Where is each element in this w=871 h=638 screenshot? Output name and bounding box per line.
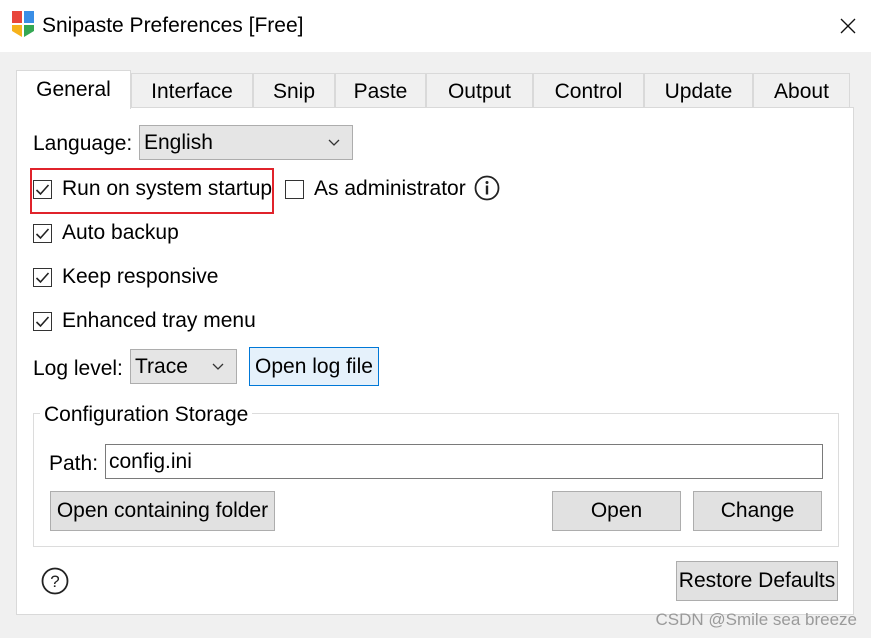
open-containing-folder-button[interactable]: Open containing folder — [50, 491, 275, 531]
enhanced-tray-menu-label: Enhanced tray menu — [62, 309, 256, 332]
language-select[interactable]: English — [139, 125, 353, 160]
tab-interface[interactable]: Interface — [131, 73, 253, 109]
path-input[interactable] — [105, 444, 823, 479]
checkbox-box — [285, 179, 304, 199]
tab-control[interactable]: Control — [533, 73, 644, 109]
restore-defaults-button[interactable]: Restore Defaults — [676, 561, 838, 601]
as-administrator-checkbox[interactable]: As administrator — [285, 175, 466, 203]
run-on-startup-checkbox[interactable]: Run on system startup — [33, 175, 272, 203]
enhanced-tray-menu-checkbox[interactable]: Enhanced tray menu — [33, 307, 256, 335]
window-title: Snipaste Preferences [Free] — [42, 14, 304, 37]
language-value: English — [144, 130, 213, 154]
log-level-select[interactable]: Trace — [130, 349, 237, 384]
tab-about[interactable]: About — [753, 73, 850, 109]
close-icon — [840, 18, 856, 34]
path-label: Path: — [49, 452, 99, 475]
checkmark-icon — [35, 271, 50, 283]
tab-update[interactable]: Update — [644, 73, 753, 109]
snipaste-logo-icon — [12, 11, 34, 37]
run-on-startup-label: Run on system startup — [62, 177, 273, 200]
tab-paste[interactable]: Paste — [335, 73, 426, 109]
chevron-down-icon — [328, 139, 340, 146]
keep-responsive-checkbox[interactable]: Keep responsive — [33, 263, 218, 291]
log-level-value: Trace — [135, 354, 188, 378]
tab-general[interactable]: General — [16, 70, 131, 109]
as-administrator-label: As administrator — [314, 177, 466, 200]
close-button[interactable] — [825, 0, 871, 52]
open-log-file-button[interactable]: Open log file — [249, 347, 379, 386]
language-label: Language: — [33, 132, 133, 155]
change-button[interactable]: Change — [693, 491, 822, 531]
configuration-storage-title: Configuration Storage — [40, 403, 253, 427]
svg-text:?: ? — [50, 572, 59, 591]
checkbox-box — [33, 311, 52, 331]
keep-responsive-label: Keep responsive — [62, 265, 219, 288]
info-icon[interactable] — [474, 175, 500, 201]
help-icon[interactable]: ? — [41, 567, 69, 595]
auto-backup-label: Auto backup — [62, 221, 179, 244]
checkbox-box — [33, 267, 52, 287]
auto-backup-checkbox[interactable]: Auto backup — [33, 219, 179, 247]
log-level-label: Log level: — [33, 357, 123, 380]
checkmark-icon — [35, 227, 50, 239]
tab-snip[interactable]: Snip — [253, 73, 335, 109]
checkmark-icon — [35, 183, 50, 195]
checkbox-box — [33, 223, 52, 243]
watermark-text: CSDN @Smile sea breeze — [655, 610, 858, 629]
tab-output[interactable]: Output — [426, 73, 533, 109]
title-bar: Snipaste Preferences [Free] — [0, 0, 871, 52]
open-button[interactable]: Open — [552, 491, 681, 531]
checkbox-box — [33, 179, 52, 199]
chevron-down-icon — [212, 363, 224, 370]
checkmark-icon — [35, 315, 50, 327]
